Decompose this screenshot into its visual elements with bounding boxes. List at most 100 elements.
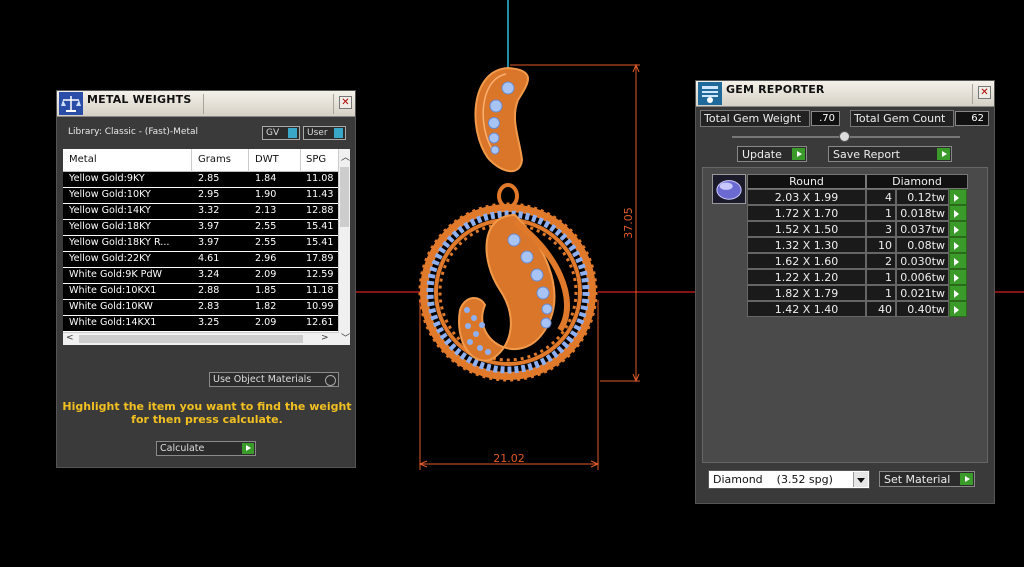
- user-toggle[interactable]: User: [303, 126, 346, 140]
- cell-spg: 17.89: [306, 253, 334, 264]
- table-row[interactable]: Yellow Gold:10KY 2.95 1.90 11.43: [63, 188, 339, 204]
- table-row[interactable]: White Gold:10KX1 2.88 1.85 11.18: [63, 284, 339, 300]
- scroll-up-icon[interactable]: ︿: [341, 150, 350, 163]
- gem-list[interactable]: Round Diamond 2.03 X 1.99 4 0.12tw 1.72 X 1…: [702, 167, 988, 463]
- play-arrow-icon[interactable]: [949, 205, 967, 221]
- play-arrow-icon[interactable]: [949, 189, 967, 205]
- cell-dwt: 2.55: [255, 221, 277, 232]
- scale-icon: [59, 92, 83, 115]
- cell-spg: 11.18: [306, 285, 334, 296]
- cell-dwt: 1.85: [255, 285, 277, 296]
- cell-grams: 3.97: [198, 221, 220, 232]
- pendant-model[interactable]: [418, 66, 598, 382]
- table-header: Metal Grams DWT SPG: [63, 149, 339, 172]
- play-arrow-icon[interactable]: [949, 301, 967, 317]
- column-header-spg[interactable]: SPG: [306, 154, 326, 165]
- play-arrow-icon: [937, 148, 950, 160]
- instruction-line-1: Highlight the item you want to find the …: [62, 400, 352, 413]
- table-row[interactable]: Yellow Gold:22KY 4.61 2.96 17.89: [63, 252, 339, 268]
- play-arrow-icon[interactable]: [949, 253, 967, 269]
- metal-weights-titlebar[interactable]: METAL WEIGHTS ✕: [57, 91, 355, 117]
- gem-cell-weight: 0.018tw: [896, 205, 949, 221]
- table-row[interactable]: Yellow Gold:18KY 3.97 2.55 15.41: [63, 220, 339, 236]
- cell-metal: White Gold:10KW: [69, 301, 153, 312]
- play-arrow-icon[interactable]: [949, 285, 967, 301]
- cell-spg: 15.41: [306, 237, 334, 248]
- metal-weights-table[interactable]: Metal Grams DWT SPG Yellow Gold:9KY 2.85 1…: [63, 149, 350, 345]
- gem-report-icon: [698, 82, 722, 105]
- table-row[interactable]: White Gold:14KX1 3.25 2.09 12.61: [63, 316, 339, 332]
- chevron-down-icon[interactable]: [853, 472, 868, 487]
- gem-cell-size: 1.22 X 1.20: [747, 269, 866, 285]
- total-gem-count-value: 62: [955, 111, 989, 126]
- column-header-grams[interactable]: Grams: [198, 154, 231, 165]
- table-row[interactable]: White Gold:9K PdW 3.24 2.09 12.59: [63, 268, 339, 284]
- update-button[interactable]: Update: [737, 146, 807, 162]
- cell-spg: 12.88: [306, 205, 334, 216]
- gem-cell-size: 2.03 X 1.99: [747, 189, 866, 205]
- gv-toggle[interactable]: GV: [262, 126, 300, 140]
- gem-cell-weight: 0.037tw: [896, 221, 949, 237]
- cell-grams: 2.88: [198, 285, 220, 296]
- gem-cell-count: 1: [866, 205, 896, 221]
- gem-cell-count: 1: [866, 269, 896, 285]
- table-row[interactable]: Yellow Gold:14KY 3.32 2.13 12.88: [63, 204, 339, 220]
- cell-metal: Yellow Gold:18KY: [69, 221, 151, 232]
- cell-grams: 3.24: [198, 269, 220, 280]
- instruction-line-2: for then press calculate.: [131, 413, 283, 426]
- gem-cell-count: 40: [866, 301, 896, 317]
- scroll-down-icon[interactable]: ﹀: [341, 331, 350, 344]
- save-report-button[interactable]: Save Report: [828, 146, 952, 162]
- vertical-scrollbar[interactable]: ︿ ﹀: [338, 149, 350, 345]
- cell-dwt: 2.96: [255, 253, 277, 264]
- play-arrow-icon[interactable]: [949, 237, 967, 253]
- gem-cell-size: 1.32 X 1.30: [747, 237, 866, 253]
- column-header-dwt[interactable]: DWT: [255, 154, 279, 165]
- play-arrow-icon[interactable]: [949, 221, 967, 237]
- gem-cell-count: 10: [866, 237, 896, 253]
- user-toggle-label: User: [307, 128, 328, 138]
- close-icon[interactable]: ✕: [978, 86, 991, 99]
- scroll-left-icon[interactable]: <: [66, 333, 74, 343]
- cell-spg: 11.43: [306, 189, 334, 200]
- dimension-height-label: 37.05: [622, 207, 635, 239]
- gv-toggle-label: GV: [266, 128, 280, 138]
- cell-dwt: 1.82: [255, 301, 277, 312]
- set-material-label: Set Material: [884, 473, 951, 486]
- gem-shape-header: Round: [747, 174, 866, 189]
- cell-dwt: 2.55: [255, 237, 277, 248]
- cell-metal: White Gold:9K PdW: [69, 269, 163, 280]
- play-arrow-icon: [960, 473, 973, 485]
- play-arrow-icon: [242, 443, 254, 454]
- use-object-materials-label: Use Object Materials: [213, 374, 312, 385]
- metal-weights-panel[interactable]: METAL WEIGHTS ✕ Library: Classic - (Fast…: [56, 90, 356, 468]
- total-gem-weight-label: Total Gem Weight: [700, 110, 810, 127]
- column-header-metal[interactable]: Metal: [69, 154, 97, 165]
- gem-reporter-titlebar[interactable]: GEM REPORTER ✕: [696, 81, 994, 107]
- cell-grams: 3.97: [198, 237, 220, 248]
- gem-cell-size: 1.52 X 1.50: [747, 221, 866, 237]
- set-material-button[interactable]: Set Material: [879, 471, 975, 487]
- use-object-materials-button[interactable]: Use Object Materials: [209, 372, 339, 387]
- cell-spg: 12.59: [306, 269, 334, 280]
- cell-spg: 11.08: [306, 173, 334, 184]
- library-label: Library: Classic - (Fast)-Metal: [68, 127, 199, 137]
- horizontal-scrollbar[interactable]: < >: [63, 332, 339, 345]
- cell-metal: Yellow Gold:22KY: [69, 253, 151, 264]
- table-row[interactable]: Yellow Gold:18KY R... 3.97 2.55 15.41: [63, 236, 339, 252]
- calculate-button[interactable]: Calculate: [156, 441, 256, 456]
- gem-cell-weight: 0.006tw: [896, 269, 949, 285]
- table-row[interactable]: White Gold:10KW 2.83 1.82 10.99: [63, 300, 339, 316]
- gem-cell-weight: 0.08tw: [896, 237, 949, 253]
- scroll-right-icon[interactable]: >: [321, 333, 329, 343]
- play-arrow-icon: [792, 148, 805, 160]
- close-icon[interactable]: ✕: [339, 96, 352, 109]
- cell-metal: White Gold:14KX1: [69, 317, 157, 328]
- table-row[interactable]: Yellow Gold:9KY 2.85 1.84 11.08: [63, 172, 339, 188]
- gem-slider-handle[interactable]: [839, 131, 850, 142]
- gem-reporter-panel[interactable]: GEM REPORTER ✕ Total Gem Weight .70 Tota…: [695, 80, 995, 504]
- round-gem-icon[interactable]: [712, 174, 746, 204]
- material-select[interactable]: Diamond (3.52 spg): [708, 470, 870, 489]
- play-arrow-icon[interactable]: [949, 269, 967, 285]
- cell-spg: 15.41: [306, 221, 334, 232]
